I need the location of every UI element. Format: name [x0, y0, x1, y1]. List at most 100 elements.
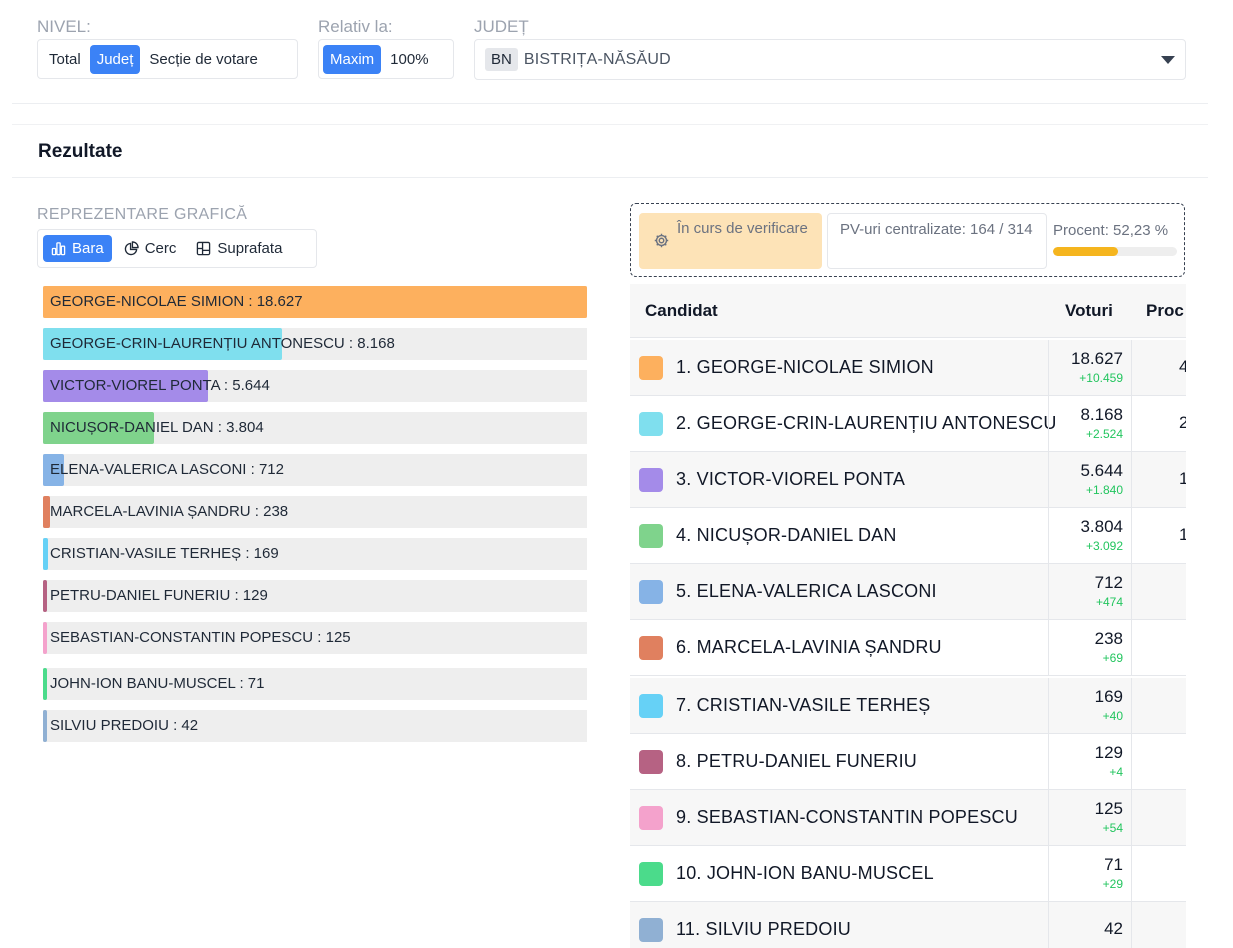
judet-selected-value: BISTRIȚA-NĂSĂUD: [523, 50, 671, 68]
relativ-segmented-control: Maxim 100%: [318, 39, 454, 79]
bar-row[interactable]: SILVIU PREDOIU : 42: [43, 710, 587, 742]
bar-label: SEBASTIAN-CONSTANTIN POPESCU : 125: [50, 629, 351, 646]
table-row[interactable]: 3. VICTOR-VIOREL PONTA 5.644 +1.840 1: [630, 452, 1188, 508]
table-row[interactable]: 2. GEORGE-CRIN-LAURENȚIU ANTONESCU 8.168 +…: [630, 396, 1188, 452]
chart-type-suprafata[interactable]: Suprafata: [188, 235, 290, 262]
candidate-color-swatch: [639, 750, 663, 774]
column-divider: [1131, 564, 1132, 619]
pv-count: PV-uri centralizate: 164 / 314: [827, 213, 1047, 269]
chart-type-bara-label: Bara: [72, 240, 104, 257]
candidate-votes-delta: +3.092: [1085, 539, 1123, 553]
column-divider: [1131, 452, 1132, 507]
bar-row[interactable]: CRISTIAN-VASILE TERHEȘ : 169: [43, 538, 587, 570]
bar-label: SILVIU PREDOIU : 42: [50, 717, 199, 734]
header-voturi[interactable]: Voturi: [1065, 301, 1113, 321]
verification-badge: În curs de verificare: [639, 213, 822, 269]
bar-row[interactable]: VICTOR-VIOREL PONTA : 5.644: [43, 370, 587, 402]
bar-row[interactable]: MARCELA-LAVINIA ȘANDRU : 238: [43, 496, 587, 528]
chart-type-cerc[interactable]: Cerc: [116, 235, 185, 262]
candidate-name: 7. CRISTIAN-VASILE TERHEȘ: [676, 695, 931, 715]
column-divider: [1048, 564, 1049, 619]
candidate-color-swatch: [639, 580, 663, 604]
table-row[interactable]: 11. SILVIU PREDOIU 42: [630, 902, 1186, 948]
bar-row[interactable]: ELENA-VALERICA LASCONI : 712: [43, 454, 587, 486]
bar: [43, 538, 48, 570]
table-header: Candidat Voturi Proc: [630, 284, 1186, 338]
table-row[interactable]: 4. NICUȘOR-DANIEL DAN 3.804 +3.092 1: [630, 508, 1188, 564]
bar-row[interactable]: PETRU-DANIEL FUNERIU : 129: [43, 580, 587, 612]
candidate-color-swatch: [639, 806, 663, 830]
column-divider: [1131, 620, 1132, 675]
viewport-edge: [1186, 280, 1233, 948]
judet-label: JUDEȚ: [474, 17, 529, 36]
nivel-option-total[interactable]: Total: [42, 45, 88, 74]
candidate-color-swatch: [639, 636, 663, 660]
chart-type-bara[interactable]: Bara: [43, 235, 112, 262]
bar-row[interactable]: JOHN-ION BANU-MUSCEL : 71: [43, 668, 587, 700]
table-row[interactable]: 5. ELENA-VALERICA LASCONI 712 +474: [630, 564, 1186, 620]
pie-chart-icon: [124, 241, 139, 256]
column-divider: [1131, 340, 1132, 395]
verification-text: În curs de verificare: [677, 220, 808, 237]
chart-type-cerc-label: Cerc: [144, 240, 177, 257]
bar-label: JOHN-ION BANU-MUSCEL : 71: [50, 675, 265, 692]
column-divider: [1131, 902, 1132, 948]
table-row[interactable]: 6. MARCELA-LAVINIA ȘANDRU 238 +69: [630, 620, 1186, 676]
procent-progress-fill: [1053, 247, 1118, 256]
candidate-votes: 42: [1104, 919, 1123, 938]
bar: [43, 496, 50, 528]
candidate-color-swatch: [639, 524, 663, 548]
nivel-label: NIVEL:: [37, 17, 91, 36]
candidate-color-swatch: [639, 412, 663, 436]
bar-label: MARCELA-LAVINIA ȘANDRU : 238: [50, 503, 289, 520]
chevron-down-icon: [1161, 56, 1175, 64]
bar-row[interactable]: NICUȘOR-DANIEL DAN : 3.804: [43, 412, 587, 444]
column-divider: [1131, 508, 1132, 563]
relativ-option-100[interactable]: 100%: [383, 45, 435, 74]
graph-label: REPREZENTARE GRAFICĂ: [37, 206, 248, 223]
table-row[interactable]: 7. CRISTIAN-VASILE TERHEȘ 169 +40: [630, 678, 1186, 734]
candidate-votes-delta: +1.840: [1085, 483, 1123, 497]
table-row[interactable]: 8. PETRU-DANIEL FUNERIU 129 +4: [630, 734, 1186, 790]
bar-row[interactable]: GEORGE-CRIN-LAURENȚIU ANTONESCU : 8.168: [43, 328, 587, 360]
candidate-color-swatch: [639, 356, 663, 380]
candidate-votes-delta: +40: [1102, 709, 1123, 723]
gear-icon: [654, 233, 669, 248]
column-divider: [1131, 790, 1132, 845]
candidate-name: 8. PETRU-DANIEL FUNERIU: [676, 751, 917, 771]
results-header: Rezultate: [12, 124, 1208, 178]
candidate-votes-delta: +2.524: [1085, 427, 1123, 441]
bar-label: GEORGE-NICOLAE SIMION : 18.627: [50, 293, 303, 310]
header-procent[interactable]: Proc: [1146, 301, 1184, 321]
nivel-option-judet[interactable]: Județ: [89, 44, 141, 74]
header-candidat[interactable]: Candidat: [645, 301, 718, 321]
bar-chart-icon: [51, 242, 66, 256]
bar-label: VICTOR-VIOREL PONTA : 5.644: [50, 377, 270, 394]
bar: [43, 668, 47, 700]
judet-code-badge: BN: [485, 48, 518, 71]
judet-select[interactable]: BN BISTRIȚA-NĂSĂUD: [474, 39, 1186, 80]
column-divider: [1048, 620, 1049, 675]
table-row[interactable]: 1. GEORGE-NICOLAE SIMION 18.627 +10.459 4: [630, 340, 1188, 396]
bar-label: GEORGE-CRIN-LAURENȚIU ANTONESCU : 8.168: [50, 335, 395, 352]
relativ-option-maxim[interactable]: Maxim: [323, 44, 382, 74]
bar-row[interactable]: SEBASTIAN-CONSTANTIN POPESCU : 125: [43, 622, 587, 654]
column-divider: [1048, 790, 1049, 845]
candidate-votes: 129: [1094, 743, 1123, 762]
table-row[interactable]: 10. JOHN-ION BANU-MUSCEL 71 +29: [630, 846, 1186, 902]
candidate-color-swatch: [639, 862, 663, 886]
status-panel: În curs de verificare PV-uri centralizat…: [630, 203, 1185, 277]
column-divider: [1048, 734, 1049, 789]
bar-row[interactable]: GEORGE-NICOLAE SIMION : 18.627: [43, 286, 587, 318]
column-divider: [1048, 340, 1049, 395]
procent-progress: [1053, 247, 1177, 256]
table-row[interactable]: 9. SEBASTIAN-CONSTANTIN POPESCU 125 +54: [630, 790, 1186, 846]
nivel-option-sectie[interactable]: Secție de votare: [142, 45, 264, 74]
candidate-votes: 238: [1094, 629, 1123, 648]
candidate-votes: 3.804: [1080, 517, 1123, 536]
candidate-name: 3. VICTOR-VIOREL PONTA: [676, 469, 906, 489]
column-divider: [1048, 396, 1049, 451]
candidate-name: 2. GEORGE-CRIN-LAURENȚIU ANTONESCU: [676, 413, 1057, 433]
candidate-votes-delta: +69: [1102, 651, 1123, 665]
column-divider: [1048, 678, 1049, 733]
